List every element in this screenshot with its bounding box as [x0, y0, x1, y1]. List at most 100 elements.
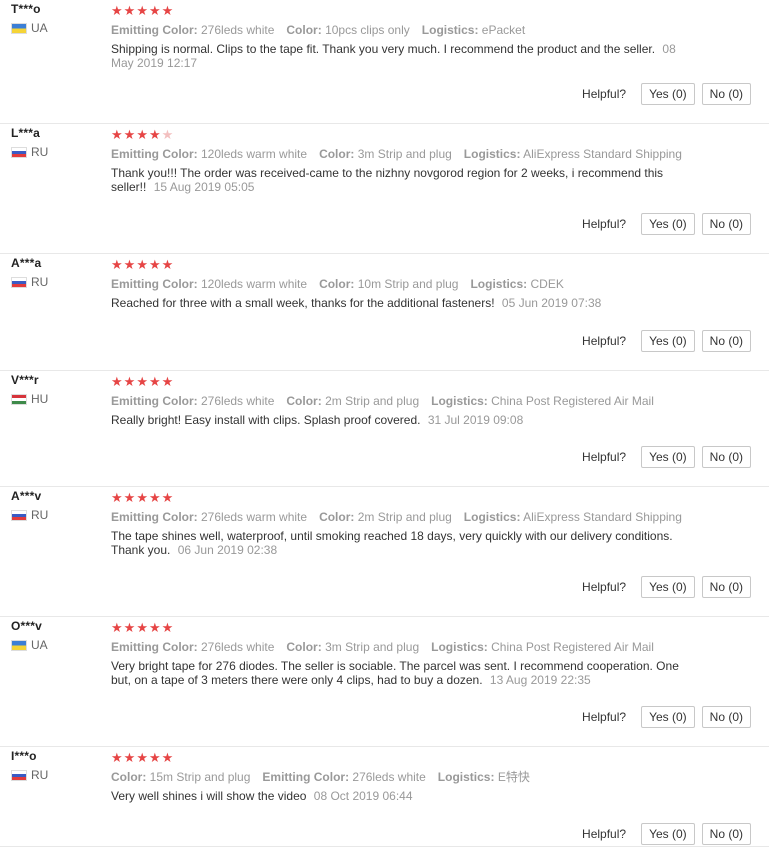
helpful-yes-button[interactable]: Yes (0) [641, 823, 695, 845]
star-icon: ★ [148, 490, 162, 505]
reviewer-country: UA [11, 22, 101, 35]
star-icon: ★ [123, 257, 137, 272]
review-body: ★★★★★ Emitting Color: 276leds warm white… [111, 490, 754, 558]
helpful-yes-button[interactable]: Yes (0) [641, 576, 695, 598]
helpful-yes-button[interactable]: Yes (0) [641, 706, 695, 728]
star-icon: ★ [136, 257, 149, 272]
country-code: RU [31, 508, 49, 522]
helpful-yes-button[interactable]: Yes (0) [641, 446, 695, 468]
attribute-label: Logistics: [470, 277, 528, 291]
attribute-value: 120leds warm white [201, 277, 308, 291]
attribute-label: Logistics: [431, 640, 488, 654]
review-body: ★★★★★ Emitting Color: 276leds white Color… [111, 375, 754, 428]
star-icon: ★ [148, 374, 162, 389]
reviewer: L***a RU [11, 126, 101, 159]
attribute-value: 276leds warm white [201, 510, 308, 524]
attribute-label: Color: [111, 770, 147, 784]
review-date: 06 Jun 2019 02:38 [177, 543, 278, 557]
helpful-actions: Helpful? Yes (0) No (0) [582, 576, 751, 598]
helpful-no-button[interactable]: No (0) [701, 576, 751, 598]
star-icon: ★ [111, 257, 124, 272]
helpful-actions: Helpful? Yes (0) No (0) [582, 706, 751, 728]
helpful-no-button[interactable]: No (0) [701, 330, 751, 352]
review-attribute: Emitting Color: 120leds warm white [111, 277, 307, 291]
review-text: Reached for three with a small week, tha… [111, 296, 691, 310]
review-content: Very well shines i will show the video [111, 789, 307, 803]
review-attribute: Emitting Color: 276leds white [111, 394, 274, 408]
attribute-label: Logistics: [421, 23, 479, 37]
helpful-actions: Helpful? Yes (0) No (0) [582, 823, 751, 845]
helpful-no-button[interactable]: No (0) [701, 446, 751, 468]
review-date: 31 Jul 2019 09:08 [427, 413, 524, 427]
review-content: Reached for three with a small week, tha… [111, 296, 495, 310]
review-body: ★★★★★ Emitting Color: 120leds warm white… [111, 127, 754, 195]
country-flag-icon [11, 640, 27, 651]
review-text: Very bright tape for 276 diodes. The sel… [111, 659, 691, 687]
helpful-actions: Helpful? Yes (0) No (0) [582, 83, 751, 105]
review-body: ★★★★★ Emitting Color: 276leds white Color… [111, 4, 754, 71]
star-icon: ★ [136, 3, 149, 18]
star-icon: ★ [111, 374, 124, 389]
review-text: Very well shines i will show the video 0… [111, 789, 691, 803]
review-text: Really bright! Easy install with clips. … [111, 413, 691, 427]
attribute-label: Color: [286, 394, 322, 408]
star-rating: ★★★★★ [111, 621, 754, 635]
attribute-value: AliExpress Standard Shipping [523, 147, 682, 161]
helpful-label: Helpful? [582, 217, 627, 231]
helpful-no-button[interactable]: No (0) [701, 706, 751, 728]
reviewer-name: A***v [11, 489, 42, 503]
review-text: Shipping is normal. Clips to the tape fi… [111, 42, 691, 70]
review-content: Shipping is normal. Clips to the tape fi… [111, 42, 656, 56]
attribute-label: Emitting Color: [111, 147, 198, 161]
star-rating: ★★★★★ [111, 375, 754, 389]
star-icon: ★ [123, 127, 137, 142]
helpful-no-button[interactable]: No (0) [701, 83, 751, 105]
attribute-value: ePacket [481, 23, 526, 37]
helpful-yes-button[interactable]: Yes (0) [641, 330, 695, 352]
reviewer: T***o UA [11, 2, 101, 35]
attribute-label: Color: [319, 147, 355, 161]
review-attribute: Color: 10m Strip and plug [319, 277, 458, 291]
helpful-label: Helpful? [582, 334, 627, 348]
star-icon: ★ [136, 620, 149, 635]
reviewer: V***r HU [11, 373, 101, 406]
attribute-value: 120leds warm white [201, 147, 308, 161]
review-item: A***v RU ★★★★★ Emitting Color: 276leds w… [0, 487, 769, 617]
star-rating: ★★★★★ [111, 4, 754, 18]
review-attribute: Logistics: E特快 [438, 770, 530, 784]
review-date: 08 Oct 2019 06:44 [313, 789, 413, 803]
attribute-value: CDEK [530, 277, 564, 291]
attribute-value: 276leds white [201, 23, 275, 37]
helpful-no-button[interactable]: No (0) [701, 213, 751, 235]
country-code: UA [31, 638, 48, 652]
star-icon: ★ [123, 374, 137, 389]
attribute-label: Color: [319, 277, 355, 291]
helpful-yes-button[interactable]: Yes (0) [641, 213, 695, 235]
attribute-label: Emitting Color: [111, 510, 198, 524]
reviewer-country: HU [11, 393, 101, 406]
country-code: UA [31, 21, 48, 35]
review-attribute: Color: 15m Strip and plug [111, 770, 250, 784]
star-icon: ★ [161, 374, 175, 389]
helpful-label: Helpful? [582, 450, 627, 464]
review-date: 13 Aug 2019 22:35 [489, 673, 591, 687]
attribute-value: 3m Strip and plug [357, 147, 452, 161]
star-icon: ★ [148, 127, 162, 142]
review-item: T***o UA ★★★★★ Emitting Color: 276leds w… [0, 0, 769, 124]
helpful-actions: Helpful? Yes (0) No (0) [582, 213, 751, 235]
attribute-value: 2m Strip and plug [357, 510, 452, 524]
attribute-value: 3m Strip and plug [325, 640, 420, 654]
attribute-label: Logistics: [431, 394, 488, 408]
reviewer: A***v RU [11, 489, 101, 522]
attribute-label: Color: [286, 640, 322, 654]
review-attributes: Emitting Color: 120leds warm white Color:… [111, 147, 754, 161]
helpful-no-button[interactable]: No (0) [701, 823, 751, 845]
review-attribute: Logistics: CDEK [470, 277, 563, 291]
star-icon: ★ [148, 3, 162, 18]
star-icon: ★ [136, 750, 149, 765]
country-code: HU [31, 392, 49, 406]
attribute-value: 276leds white [201, 640, 275, 654]
helpful-yes-button[interactable]: Yes (0) [641, 83, 695, 105]
star-icon: ★ [111, 750, 124, 765]
star-icon: ★ [148, 257, 162, 272]
